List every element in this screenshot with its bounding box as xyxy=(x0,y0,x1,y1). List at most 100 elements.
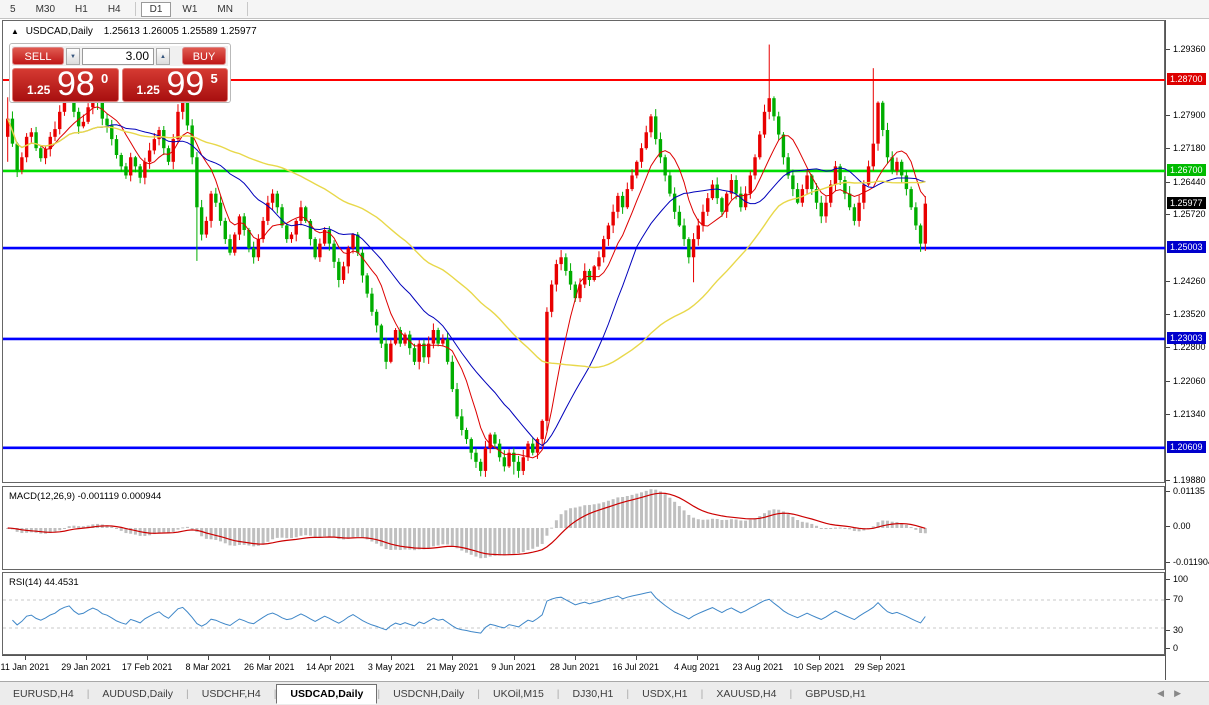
date-label: 8 Mar 2021 xyxy=(185,662,231,672)
sell-price-prefix: 1.25 xyxy=(27,83,51,97)
date-label: 10 Sep 2021 xyxy=(793,662,845,672)
date-label: 29 Jan 2021 xyxy=(61,662,111,672)
chart-tab-ukoil[interactable]: UKOil,M15 xyxy=(480,685,557,703)
date-tick-mark xyxy=(696,656,698,660)
date-label: 3 May 2021 xyxy=(367,662,415,672)
date-label: 28 Jun 2021 xyxy=(549,662,600,672)
date-label: 16 Jul 2021 xyxy=(612,662,659,672)
price-tick-label: 1.26440 xyxy=(1173,176,1206,187)
sell-price-big-digits: 98 xyxy=(57,65,95,103)
price-tick-mark xyxy=(1166,181,1170,183)
price-tick-mark xyxy=(1166,148,1170,150)
level-price-badge: 1.23003 xyxy=(1167,331,1206,344)
timeframe-button-mn[interactable]: MN xyxy=(208,2,242,17)
timeframe-button-w1[interactable]: W1 xyxy=(173,2,206,17)
chart-tab-usdcad[interactable]: USDCAD,Daily xyxy=(276,683,378,704)
sell-price-panel[interactable]: 1.25 98 0 xyxy=(12,65,119,103)
price-tick-mark xyxy=(1166,380,1170,382)
buy-price-pip-sup: 5 xyxy=(210,71,218,86)
date-label: 9 Jun 2021 xyxy=(491,662,536,672)
chart-tab-usdcnh[interactable]: USDCNH,Daily xyxy=(380,685,477,703)
rsi-line xyxy=(12,591,926,634)
level-price-badge: 1.20609 xyxy=(1167,440,1206,453)
timeframe-button-h4[interactable]: H4 xyxy=(99,2,130,17)
timeframe-button-5[interactable]: 5 xyxy=(1,2,25,17)
date-tick-mark xyxy=(269,656,271,660)
level-price-badge: 1.28700 xyxy=(1167,73,1206,85)
timeframe-button-h1[interactable]: H1 xyxy=(66,2,97,17)
price-tick-mark xyxy=(1166,115,1170,117)
date-label: 21 May 2021 xyxy=(426,662,479,672)
toolbar-divider xyxy=(246,2,248,16)
rsi-axis-label: 100 xyxy=(1173,574,1189,584)
chart-tab-eurusd[interactable]: EURUSD,H4 xyxy=(0,685,87,703)
timeframe-button-m30[interactable]: M30 xyxy=(27,2,64,17)
chart-title: ▲ USDCAD,Daily 1.25613 1.26005 1.25589 1… xyxy=(11,26,257,37)
buy-price-panel[interactable]: 1.25 99 5 xyxy=(121,65,228,103)
level-price-badge: 1.25003 xyxy=(1167,241,1206,254)
macd-panel[interactable]: MACD(12,26,9) -0.001119 0.000944 xyxy=(2,486,1165,570)
chart-tab-gbpusd[interactable]: GBPUSD,H1 xyxy=(792,685,879,703)
price-tick-mark xyxy=(1166,347,1170,349)
price-tick-label: 1.27180 xyxy=(1173,143,1206,154)
date-tick-mark xyxy=(879,656,881,660)
macd-axis-label: -0.011904 xyxy=(1173,557,1209,567)
price-tick-mark xyxy=(1166,413,1170,415)
chart-tab-dj30[interactable]: DJ30,H1 xyxy=(560,685,627,703)
tab-scroll-right-icon[interactable]: ▶ xyxy=(1174,688,1191,698)
chart-tab-audusd[interactable]: AUDUSD,Daily xyxy=(89,685,186,703)
chart-tab-xauusd[interactable]: XAUUSD,H4 xyxy=(703,685,789,703)
date-tick-mark xyxy=(757,656,759,660)
price-tick-label: 1.29360 xyxy=(1173,44,1206,54)
rsi-axis-label: 0 xyxy=(1173,643,1179,653)
collapse-triangle-icon[interactable]: ▲ xyxy=(11,27,19,36)
current-price-badge: 1.25977 xyxy=(1167,196,1206,209)
rsi-panel[interactable]: RSI(14) 44.4531 xyxy=(2,572,1166,655)
buy-button[interactable]: BUY xyxy=(182,47,226,65)
rsi-axis-label: 30 xyxy=(1173,625,1184,635)
price-tick-label: 1.21340 xyxy=(1173,408,1206,419)
price-tick-label: 1.24260 xyxy=(1173,275,1206,286)
sell-price-pip-sup: 0 xyxy=(101,71,109,86)
rsi-tick-mark xyxy=(1166,599,1170,600)
buy-price-big-digits: 99 xyxy=(166,65,205,103)
chart-tab-usdx[interactable]: USDX,H1 xyxy=(629,685,701,703)
price-tick-mark xyxy=(1166,479,1170,481)
chart-window: ▲ USDCAD,Daily 1.25613 1.26005 1.25589 1… xyxy=(0,19,1209,681)
date-axis[interactable]: 11 Jan 2021 29 Jan 2021 17 Feb 2021 8 Mar 2… xyxy=(1,655,1209,681)
date-label: 23 Aug 2021 xyxy=(732,662,784,672)
price-tick-mark xyxy=(1166,49,1170,50)
volume-input[interactable] xyxy=(82,47,154,65)
tab-scroll-left-icon[interactable]: ◀ xyxy=(1157,688,1174,698)
macd-label: MACD(12,26,9) -0.001119 0.000944 xyxy=(9,491,162,502)
buy-price-prefix: 1.25 xyxy=(136,83,160,97)
timeframe-button-d1[interactable]: D1 xyxy=(140,1,172,17)
rsi-tick-mark xyxy=(1166,630,1170,631)
date-label: 14 Apr 2021 xyxy=(306,662,355,672)
rsi-tick-mark xyxy=(1166,648,1170,649)
rsi-axis-label: 70 xyxy=(1173,594,1184,604)
price-tick-mark xyxy=(1166,314,1170,316)
volume-decrease-button[interactable]: ▼ xyxy=(66,47,80,65)
price-tick-label: 1.23520 xyxy=(1173,309,1206,320)
date-tick-mark xyxy=(208,656,210,660)
date-tick-mark xyxy=(574,656,576,660)
price-axis[interactable]: 1.29360 1.27900 1.27180 1.26440 1.25720 1.242… xyxy=(1165,20,1209,680)
symbol-tabbar: EURUSD,H4 | AUDUSD,Daily | USDCHF,H4 | USDCAD,… xyxy=(0,681,1209,705)
macd-tick-mark xyxy=(1166,491,1170,492)
date-tick-mark xyxy=(147,656,149,660)
chart-ohlc-values: 1.25613 1.26005 1.25589 1.25977 xyxy=(103,26,257,37)
macd-axis-label: 0.01135 xyxy=(1173,486,1205,496)
date-label: 29 Sep 2021 xyxy=(854,662,906,672)
macd-tick-mark xyxy=(1166,526,1170,527)
sell-button[interactable]: SELL xyxy=(12,47,64,65)
main-chart-panel[interactable]: ▲ USDCAD,Daily 1.25613 1.26005 1.25589 1… xyxy=(2,20,1166,483)
tab-scroll-arrows: ◀▶ xyxy=(1157,688,1191,699)
rsi-label: RSI(14) 44.4531 xyxy=(9,577,79,588)
volume-increase-button[interactable]: ▲ xyxy=(156,47,170,65)
date-tick-mark xyxy=(635,656,637,660)
chart-tab-usdchf[interactable]: USDCHF,H4 xyxy=(189,685,274,703)
date-label: 26 Mar 2021 xyxy=(243,662,295,672)
price-tick-label: 1.22060 xyxy=(1173,375,1206,386)
price-tick-label: 1.19880 xyxy=(1173,474,1206,485)
